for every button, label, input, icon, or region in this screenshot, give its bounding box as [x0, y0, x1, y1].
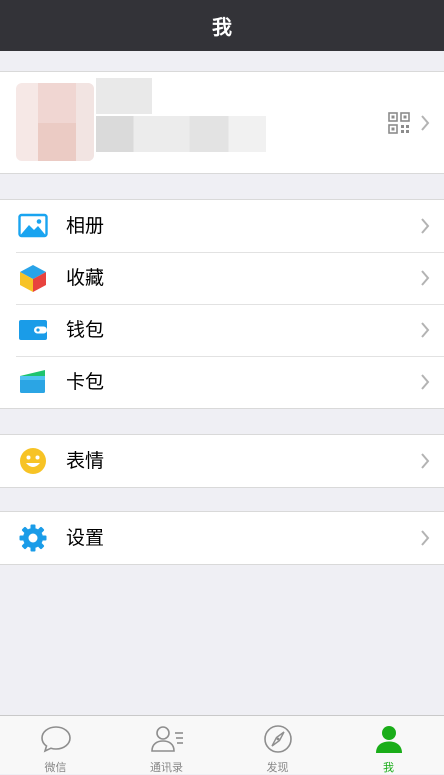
account-id-blurred [96, 116, 266, 152]
menu-item-label: 相册 [66, 215, 105, 237]
chevron-right-icon [421, 218, 430, 234]
menu-item-label: 收藏 [66, 267, 105, 289]
menu-item-settings[interactable]: 设置 [0, 512, 444, 564]
tab-label: 发现 [266, 761, 289, 774]
chevron-right-icon [421, 453, 430, 469]
smiley-icon [20, 448, 46, 474]
menu-item-favorites[interactable]: 收藏 [0, 252, 444, 304]
menu-item-card-pack[interactable]: 卡包 [0, 356, 444, 408]
avatar[interactable] [16, 83, 94, 161]
bottom-tab-bar: 微信 通讯录 发现 我 [0, 715, 444, 774]
chevron-right-icon [421, 530, 430, 546]
menu-item-wallet[interactable]: 钱包 [0, 304, 444, 356]
tab-discover[interactable]: 发现 [222, 716, 333, 775]
chevron-right-icon [421, 374, 430, 390]
card-pack-icon [20, 370, 45, 393]
qr-code-icon[interactable] [388, 112, 410, 134]
top-bar: 我 [0, 0, 444, 51]
tab-label: 微信 [44, 761, 67, 774]
person-icon [376, 726, 402, 753]
photo-album-icon [18, 213, 48, 238]
menu-group-1: 相册 收藏 钱包 卡包 [0, 199, 444, 409]
menu-item-album[interactable]: 相册 [0, 200, 444, 252]
compass-icon [264, 725, 292, 753]
chevron-right-icon [421, 322, 430, 338]
menu-group-2: 表情 [0, 434, 444, 488]
favorites-cube-icon [20, 265, 46, 292]
page-title: 我 [212, 15, 232, 39]
menu-item-label: 表情 [66, 450, 105, 472]
chevron-right-icon [421, 115, 430, 131]
menu-item-label: 卡包 [66, 371, 105, 393]
tab-me[interactable]: 我 [333, 716, 444, 775]
chat-bubble-icon [41, 726, 71, 753]
gear-icon [19, 524, 47, 552]
profile-card[interactable] [0, 71, 444, 174]
username-blurred [96, 78, 152, 114]
tab-contacts[interactable]: 通讯录 [111, 716, 222, 775]
tab-label: 通讯录 [150, 761, 183, 774]
contacts-icon [151, 726, 183, 752]
menu-item-label: 钱包 [66, 319, 105, 341]
tab-label: 我 [383, 761, 394, 774]
menu-item-label: 设置 [66, 527, 105, 549]
tab-chats[interactable]: 微信 [0, 716, 111, 775]
wallet-icon [19, 320, 47, 340]
chevron-right-icon [421, 270, 430, 286]
menu-item-stickers[interactable]: 表情 [0, 435, 444, 487]
menu-group-3: 设置 [0, 511, 444, 565]
